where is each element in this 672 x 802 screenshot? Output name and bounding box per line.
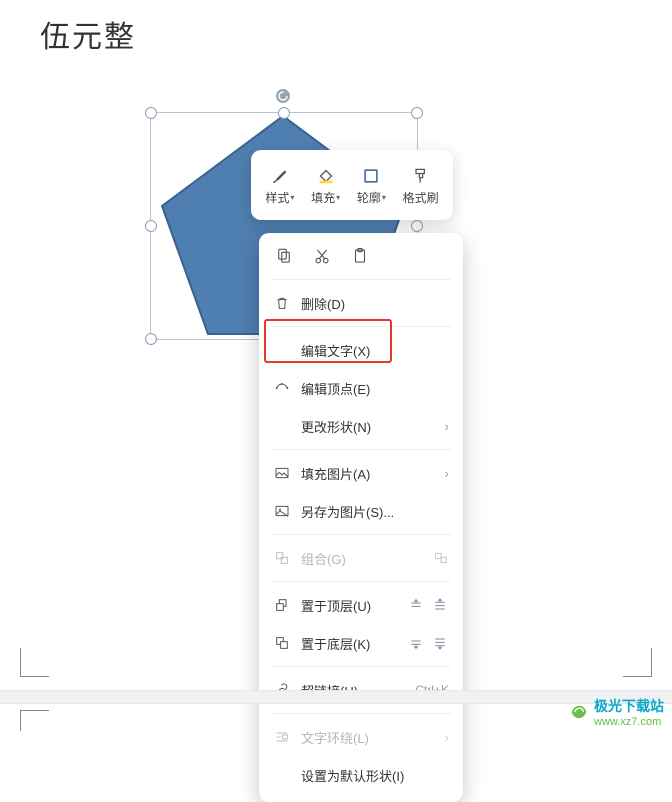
resize-handle-sw[interactable]: [145, 333, 157, 345]
clipboard-row: [259, 241, 463, 275]
menu-delete[interactable]: 删除(D): [259, 284, 463, 322]
menu-save-as-picture[interactable]: 另存为图片(S)...: [259, 492, 463, 530]
menu-edit-text-label: 编辑文字(X): [301, 341, 449, 360]
chevron-down-icon: ▾: [290, 193, 294, 202]
menu-separator: [271, 279, 451, 280]
resize-handle-e[interactable]: [411, 220, 423, 232]
edit-points-icon: [273, 379, 291, 397]
chevron-right-icon: ›: [445, 466, 449, 481]
blank-icon: [273, 341, 291, 359]
menu-set-default-shape[interactable]: 设置为默认形状(I): [259, 756, 463, 794]
chevron-right-icon: ›: [445, 419, 449, 434]
group-icon: [273, 549, 291, 567]
format-painter-icon: [410, 165, 432, 187]
menu-edit-points-label: 编辑顶点(E): [301, 379, 449, 398]
fill-dropdown[interactable]: 填充▾: [307, 161, 344, 210]
resize-handle-w[interactable]: [145, 220, 157, 232]
menu-text-wrap-label: 文字环绕(L): [301, 728, 435, 747]
bring-to-front-icon[interactable]: [431, 596, 449, 614]
menu-separator: [271, 449, 451, 450]
outline-icon: [360, 165, 382, 187]
bucket-icon: [315, 165, 337, 187]
page-corner-bl: [20, 648, 49, 677]
menu-edit-text[interactable]: 编辑文字(X): [259, 331, 463, 369]
format-painter-button[interactable]: 格式刷: [399, 161, 443, 210]
paste-button[interactable]: [351, 247, 369, 265]
shape-mini-toolbar: 样式▾ 填充▾ 轮廓▾ 格式刷: [251, 150, 453, 220]
save-image-icon: [273, 502, 291, 520]
menu-delete-label: 删除(D): [301, 294, 449, 313]
copy-button[interactable]: [275, 247, 293, 265]
menu-send-back-label: 置于底层(K): [301, 634, 397, 653]
blank-icon: [273, 766, 291, 784]
document-canvas: 伍元整 样式▾ 填充▾: [0, 0, 672, 734]
watermark-logo-icon: [568, 701, 590, 723]
menu-fill-picture[interactable]: 填充图片(A) ›: [259, 454, 463, 492]
menu-group-label: 组合(G): [301, 549, 423, 568]
send-back-icon: [273, 634, 291, 652]
bring-forward-icon[interactable]: [407, 596, 425, 614]
menu-save-as-picture-label: 另存为图片(S)...: [301, 502, 449, 521]
watermark-url: www.xz7.com: [594, 716, 664, 728]
text-wrap-icon: [273, 728, 291, 746]
menu-edit-points[interactable]: 编辑顶点(E): [259, 369, 463, 407]
menu-bring-front[interactable]: 置于顶层(U): [259, 586, 463, 624]
menu-separator: [271, 326, 451, 327]
send-backward-icon[interactable]: [407, 634, 425, 652]
cut-button[interactable]: [313, 247, 331, 265]
style-label: 样式: [265, 189, 289, 206]
menu-separator: [271, 534, 451, 535]
rotate-handle[interactable]: [276, 89, 290, 103]
chevron-down-icon: ▾: [336, 193, 340, 202]
menu-set-default-label: 设置为默认形状(I): [301, 766, 449, 785]
brush-icon: [269, 165, 291, 187]
outline-dropdown[interactable]: 轮廓▾: [353, 161, 390, 210]
page-title: 伍元整: [40, 12, 136, 56]
chevron-down-icon: ▾: [382, 193, 386, 202]
picture-fill-icon: [273, 464, 291, 482]
menu-change-shape-label: 更改形状(N): [301, 417, 435, 436]
page-corner-br: [623, 648, 652, 677]
menu-separator: [271, 666, 451, 667]
resize-handle-nw[interactable]: [145, 107, 157, 119]
fill-label: 填充: [311, 189, 335, 206]
menu-separator: [271, 581, 451, 582]
resize-handle-n[interactable]: [278, 107, 290, 119]
watermark: 极光下载站 www.xz7.com: [568, 696, 664, 728]
menu-separator: [271, 713, 451, 714]
context-menu: 删除(D) 编辑文字(X) 编辑顶点(E) 更改形状(N) › 填充图片(A) …: [259, 233, 463, 802]
menu-change-shape[interactable]: 更改形状(N) ›: [259, 407, 463, 445]
page-corner-next: [20, 710, 49, 731]
ungroup-icon: [433, 550, 449, 566]
send-to-back-icon[interactable]: [431, 634, 449, 652]
menu-text-wrap: 文字环绕(L) ›: [259, 718, 463, 756]
outline-label: 轮廓: [357, 189, 381, 206]
resize-handle-ne[interactable]: [411, 107, 423, 119]
trash-icon: [273, 294, 291, 312]
menu-group: 组合(G): [259, 539, 463, 577]
style-dropdown[interactable]: 样式▾: [261, 161, 298, 210]
blank-icon: [273, 417, 291, 435]
watermark-site: 极光下载站: [594, 696, 664, 716]
bring-front-icon: [273, 596, 291, 614]
format-painter-label: 格式刷: [403, 189, 439, 206]
menu-send-back[interactable]: 置于底层(K): [259, 624, 463, 662]
menu-bring-front-label: 置于顶层(U): [301, 596, 397, 615]
chevron-right-icon: ›: [445, 730, 449, 745]
menu-fill-picture-label: 填充图片(A): [301, 464, 435, 483]
